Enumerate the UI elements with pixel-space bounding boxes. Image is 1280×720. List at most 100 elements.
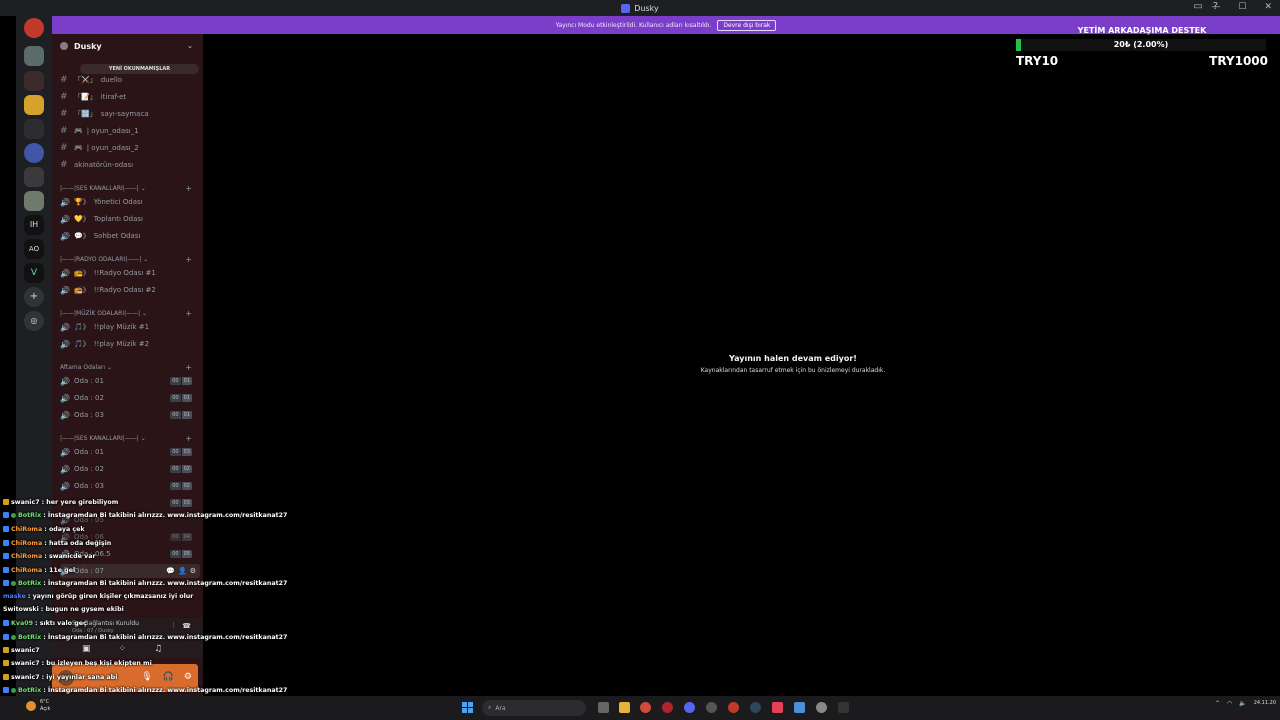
- bot-badge-icon: [11, 580, 16, 586]
- server-icon[interactable]: [24, 46, 44, 66]
- valorant-icon[interactable]: [772, 702, 783, 713]
- add-channel-icon[interactable]: +: [185, 309, 192, 318]
- server-icon[interactable]: [24, 167, 44, 187]
- channel-name: | oyun_odası_2: [86, 144, 139, 152]
- home-server-icon[interactable]: [24, 18, 44, 38]
- window-title-text: Dusky: [634, 3, 659, 13]
- server-icon[interactable]: IH: [24, 215, 44, 235]
- category-aftama-odalari[interactable]: Aftama Odaları ⌄ +: [60, 361, 200, 373]
- add-channel-icon[interactable]: +: [185, 255, 192, 264]
- chat-username: BotRix: [18, 686, 42, 694]
- channel-prefix: 🎵》: [74, 323, 90, 331]
- voice-channel[interactable]: 🔊 🎵》 !!play Müzik #1: [60, 320, 200, 334]
- server-icon[interactable]: [24, 119, 44, 139]
- voice-channel[interactable]: 🔊 Oda : 03 00 01: [60, 408, 200, 422]
- file-explorer-icon[interactable]: [619, 702, 630, 713]
- chat-message: Switowski: bugun ne gysem ekibi: [3, 603, 124, 615]
- voice-channel[interactable]: 🔊 Oda : 02 00 01: [60, 391, 200, 405]
- add-server-icon[interactable]: +: [24, 287, 44, 307]
- donation-progress-text: 20₺ (2.00%): [1113, 40, 1169, 49]
- app-icon[interactable]: [728, 702, 739, 713]
- chat-text: : her yere girebiliyom: [41, 498, 119, 506]
- server-icon[interactable]: [24, 95, 44, 115]
- donation-min-label: TRY10: [1016, 54, 1059, 68]
- category-ses-kanallari[interactable]: |——|SES KANALLARI|——| ⌄ +: [60, 182, 200, 194]
- inbox-icon[interactable]: ▭: [1193, 1, 1202, 12]
- user-limit-badge: 00 01: [170, 411, 192, 419]
- server-icon[interactable]: V: [24, 263, 44, 283]
- voice-channel[interactable]: 🔊 Oda : 01 00 03: [60, 445, 200, 459]
- guild-header[interactable]: Dusky ⌄: [52, 34, 203, 58]
- server-icon[interactable]: [24, 143, 44, 163]
- chat-username: ChiRoma: [11, 525, 43, 533]
- explore-servers-icon[interactable]: ◎: [24, 311, 44, 331]
- channel-prefix: 🎮: [74, 144, 83, 152]
- maximize-button[interactable]: ☐: [1238, 2, 1246, 12]
- taskbar-search[interactable]: ⌕ Ara: [482, 700, 586, 716]
- speaker-icon: 🔊: [60, 376, 70, 386]
- category-radyo-odalari[interactable]: |——|RADYO ODALARI|——| ⌄ +: [60, 253, 200, 265]
- voice-channel[interactable]: 🔊 🏆》 Yönetici Odası: [60, 195, 200, 209]
- channel-name: Sohbet Odası: [93, 232, 141, 240]
- wifi-icon[interactable]: ◠: [1227, 700, 1232, 707]
- windows-start-icon[interactable]: [462, 702, 473, 713]
- chat-username: BotRix: [18, 511, 42, 519]
- banner-text: Yayıncı Modu etkinleştirildi. Kullanıcı …: [555, 21, 712, 29]
- category-muzik-odalari[interactable]: |——|MÜZİK ODALARI|——| ⌄ +: [60, 307, 200, 319]
- channel-itiraf-et[interactable]: # 「📝」 itiraf-et: [60, 90, 200, 104]
- bot-badge-icon: [11, 687, 16, 693]
- voice-channel[interactable]: 🔊 📻》 !!Radyo Odası #1: [60, 266, 200, 280]
- channel-prefix: 💛》: [74, 215, 90, 223]
- github-icon[interactable]: [706, 702, 717, 713]
- chat-username: Switowski: [3, 605, 39, 613]
- weather-widget[interactable]: 6°C Açık: [26, 699, 50, 713]
- server-icon[interactable]: [24, 191, 44, 211]
- voice-channel[interactable]: 🔊 Oda : 02 00 02: [60, 462, 200, 476]
- steam-icon[interactable]: [750, 702, 761, 713]
- opera-icon[interactable]: [662, 702, 673, 713]
- hashtag-icon: #: [60, 143, 68, 153]
- volume-icon[interactable]: 🔈: [1239, 700, 1246, 707]
- chrome-icon[interactable]: [640, 702, 651, 713]
- voice-channel[interactable]: 🔊 💬》 Sohbet Odası: [60, 229, 200, 243]
- chat-username: maske: [3, 592, 26, 600]
- channel-prefix: 「📝」: [74, 93, 97, 101]
- channel-duello[interactable]: # 「⚔️」 duello: [60, 73, 200, 87]
- minimize-button[interactable]: —: [1211, 2, 1220, 12]
- system-tray: ⌃ ◠ 🔈 24.11.20: [1215, 700, 1276, 707]
- notes-icon[interactable]: [794, 702, 805, 713]
- settings-icon[interactable]: [816, 702, 827, 713]
- voice-channel[interactable]: 🔊 📻》 !!Radyo Odası #2: [60, 283, 200, 297]
- task-view-icon[interactable]: [598, 702, 609, 713]
- channel-prefix: 🎵》: [74, 340, 90, 348]
- chat-message: swanic7: bu izleyen beş kişi ekipten mi: [3, 657, 152, 669]
- clock[interactable]: 24.11.20: [1254, 700, 1276, 707]
- add-channel-icon[interactable]: +: [185, 434, 192, 443]
- channel-name: akinatörün-odası: [74, 161, 134, 169]
- close-button[interactable]: ✕: [1264, 2, 1272, 12]
- channel-akinatorun-odasi[interactable]: # akinatörün-odası: [60, 158, 200, 172]
- obs-icon[interactable]: [838, 702, 849, 713]
- channel-prefix: 🎮: [74, 127, 83, 135]
- server-icon[interactable]: AO: [24, 239, 44, 259]
- discord-icon[interactable]: [684, 702, 695, 713]
- disable-streamer-mode-button[interactable]: Devre dışı bırak: [717, 19, 777, 31]
- chat-message: BotRix: İnstagramdan Bi takibini alırızz…: [3, 509, 287, 521]
- chevron-up-icon[interactable]: ⌃: [1215, 700, 1220, 707]
- window-title: Dusky: [621, 3, 659, 13]
- channel-name: Oda : 02: [74, 465, 104, 473]
- chat-username: BotRix: [18, 579, 42, 587]
- category-ses-kanallari-2[interactable]: |——|SES KANALLARI|——| ⌄ +: [60, 432, 200, 444]
- channel-oyun-odasi-2[interactable]: # 🎮 | oyun_odası_2: [60, 141, 200, 155]
- server-icon[interactable]: [24, 71, 44, 91]
- voice-channel[interactable]: 🔊 💛》 Toplantı Odası: [60, 212, 200, 226]
- add-channel-icon[interactable]: +: [185, 184, 192, 193]
- voice-channel[interactable]: 🔊 🎵》 !!play Müzik #2: [60, 337, 200, 351]
- channel-sayi-saymaca[interactable]: # 「🔢」 sayı-saymaca: [60, 107, 200, 121]
- channel-oyun-odasi-1[interactable]: # 🎮 | oyun_odası_1: [60, 124, 200, 138]
- hashtag-icon: #: [60, 92, 68, 102]
- search-icon: ⌕: [488, 704, 492, 711]
- add-channel-icon[interactable]: +: [185, 363, 192, 372]
- voice-channel[interactable]: 🔊 Oda : 01 00 01: [60, 374, 200, 388]
- title-bar: Dusky ▭ ? — ☐ ✕: [0, 0, 1280, 16]
